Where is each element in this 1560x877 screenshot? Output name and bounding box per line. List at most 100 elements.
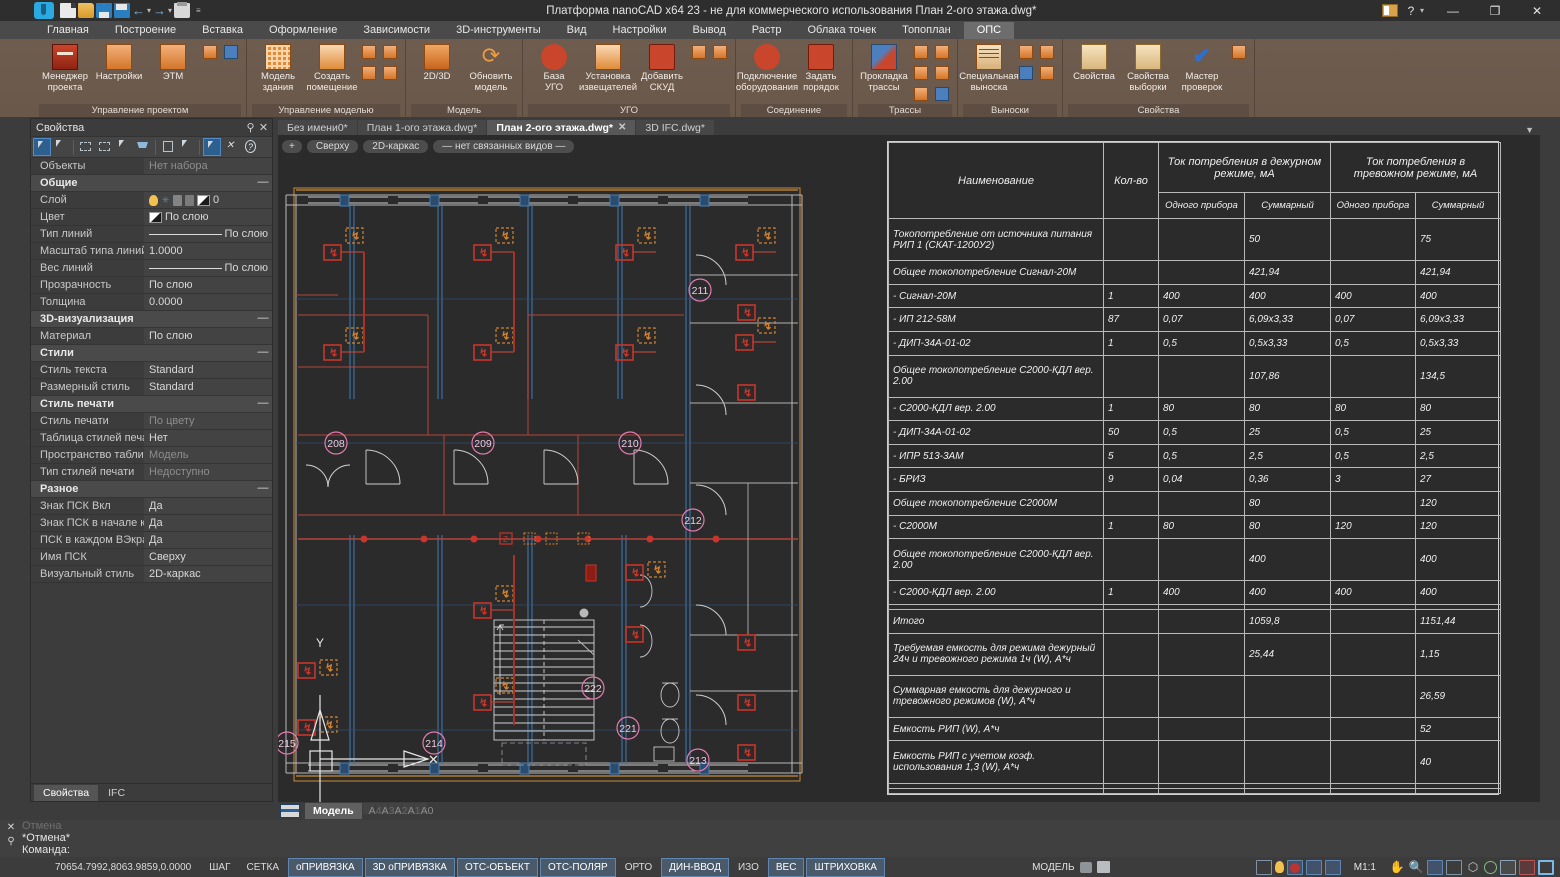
scale-display[interactable]: M1:1 xyxy=(1344,862,1386,873)
ribbon-tab-топоплан[interactable]: Топоплан xyxy=(889,22,964,39)
property-category[interactable]: Стиль печати— xyxy=(31,396,272,413)
table-row[interactable]: - С2000-КДЛ вер. 2.001400400400400 xyxy=(889,581,1501,605)
ribbon-button-special-leader[interactable]: Специальнаявыноска xyxy=(963,42,1015,93)
viewport-chip-style[interactable]: 2D-каркас xyxy=(363,140,428,153)
room-marker[interactable]: 213 xyxy=(687,749,709,771)
minimize-button[interactable]: — xyxy=(1432,0,1474,21)
collapse-icon[interactable]: — xyxy=(254,311,272,327)
document-tab[interactable]: Без имени0* xyxy=(278,120,357,135)
property-row[interactable]: Стиль печатиПо цвету xyxy=(31,413,272,430)
status-toggle-опривязка[interactable]: оПРИВЯЗКА xyxy=(288,858,363,877)
ribbon-button-settings-doc[interactable]: Настройки xyxy=(93,42,145,83)
ribbon-button-connect-equipment[interactable]: Подключениеоборудования xyxy=(741,42,793,93)
layer-lock-icon[interactable] xyxy=(173,195,182,206)
zoom-icon[interactable]: 🔍 xyxy=(1408,860,1424,875)
document-tab[interactable]: План 2-ого этажа.dwg*✕ xyxy=(487,120,635,135)
route-edit-icon[interactable] xyxy=(933,64,952,83)
property-value[interactable]: Standard xyxy=(144,379,272,395)
property-value[interactable]: Да xyxy=(144,532,272,548)
fire-detector-icon[interactable]: ↯ xyxy=(298,663,315,678)
fire-detector-icon[interactable]: ↯ xyxy=(738,305,755,320)
ribbon-tab-растр[interactable]: Растр xyxy=(739,22,795,39)
ugo-pen-icon[interactable] xyxy=(711,43,730,62)
ribbon-button-install-detectors[interactable]: Установкаизвещателей xyxy=(582,42,634,93)
ribbon-tab-главная[interactable]: Главная xyxy=(34,22,102,39)
table-row[interactable]: - ИП 212-58М870,076,09х3,330,076,09х3,33 xyxy=(889,308,1501,332)
property-value[interactable]: По слою xyxy=(144,209,272,225)
command-close-icon[interactable]: ✕ xyxy=(7,822,15,833)
fire-detector-icon[interactable]: ↯ xyxy=(324,245,341,260)
table-row[interactable]: - Сигнал-20М1400400400400 xyxy=(889,284,1501,308)
ribbon-collapse-icon[interactable]: ▼ xyxy=(1525,125,1540,135)
property-value[interactable]: Недоступно xyxy=(144,464,272,480)
ugo-settings-icon[interactable] xyxy=(690,43,709,62)
new-icon[interactable] xyxy=(60,3,76,18)
fire-detector-icon[interactable]: ↯ xyxy=(736,335,753,350)
verify-icon[interactable] xyxy=(178,138,196,156)
detector-ghost-icon[interactable]: ↯ xyxy=(496,328,513,343)
property-category[interactable]: Стили— xyxy=(31,345,272,362)
room-height-icon[interactable] xyxy=(381,43,400,62)
leader-list-icon[interactable] xyxy=(1038,64,1057,83)
fire-detector-icon[interactable]: ↯ xyxy=(736,245,753,260)
coordinates-display[interactable]: 70654.7992,8063.9859,0.0000 xyxy=(0,862,201,873)
edit-props-icon[interactable] xyxy=(1230,43,1249,62)
ribbon-button-add-skud[interactable]: ДобавитьСКУД xyxy=(636,42,688,93)
route-table-icon[interactable] xyxy=(933,85,952,104)
property-value[interactable]: По слою xyxy=(144,277,272,293)
status-toggle-дин-ввод[interactable]: ДИН-ВВОД xyxy=(661,858,729,877)
table-row[interactable] xyxy=(889,788,1501,793)
property-row[interactable]: Стиль текстаStandard xyxy=(31,362,272,379)
lightbulb-icon[interactable] xyxy=(1275,861,1284,873)
property-value[interactable]: 2D-каркас xyxy=(144,566,272,582)
layer-freeze-icon[interactable]: ✳ xyxy=(161,195,170,206)
fire-detector-icon[interactable]: ↯ xyxy=(474,245,491,260)
collapse-icon[interactable]: — xyxy=(254,175,272,191)
database-blue-icon[interactable] xyxy=(222,43,241,62)
property-value[interactable]: Нет набора xyxy=(144,158,272,174)
ribbon-button-create-room[interactable]: Создатьпомещение xyxy=(306,42,358,93)
property-value[interactable]: ✳0 xyxy=(144,192,272,208)
detector-ghost-icon[interactable]: ↯ xyxy=(758,318,775,333)
redo-icon[interactable]: → xyxy=(153,3,166,18)
ribbon-tab-опс[interactable]: ОПС xyxy=(964,22,1014,39)
color-swatch[interactable] xyxy=(149,212,162,223)
property-category[interactable]: Общие— xyxy=(31,175,272,192)
ribbon-button-route-layout[interactable]: Прокладкатрассы xyxy=(858,42,910,93)
layout-manager-icon[interactable] xyxy=(280,804,300,818)
collapse-icon[interactable]: — xyxy=(254,345,272,361)
table-row[interactable]: - БРИЗ90,040,36327 xyxy=(889,468,1501,492)
property-value[interactable]: Standard xyxy=(144,362,272,378)
fire-detector-icon[interactable]: ↯ xyxy=(738,635,755,650)
command-line-body[interactable]: Отмена *Отмена* Команда: xyxy=(22,820,1560,857)
help-button[interactable]: ? xyxy=(1402,0,1420,21)
status-toggle-штриховка[interactable]: ШТРИХОВКА xyxy=(806,858,884,877)
table-row[interactable]: - ДИП-34А-01-0210,50,5х3,330,50,5х3,33 xyxy=(889,331,1501,355)
collapse-icon[interactable]: — xyxy=(254,396,272,412)
detector-ghost-icon[interactable]: ↯ xyxy=(758,228,775,243)
property-row[interactable]: ПрозрачностьПо слою xyxy=(31,277,272,294)
pin-icon[interactable]: ⚲ xyxy=(244,121,257,134)
table-row[interactable]: - ДИП-34А-01-02500,5250,525 xyxy=(889,421,1501,445)
leader-multi-icon[interactable] xyxy=(1038,43,1057,62)
open-icon[interactable] xyxy=(78,3,94,18)
fire-detector-icon[interactable]: ↯ xyxy=(738,745,755,760)
properties-tab-ifc[interactable]: IFC xyxy=(99,785,134,801)
fire-detector-icon[interactable]: ↯ xyxy=(324,345,341,360)
leader-point-icon[interactable] xyxy=(1017,43,1036,62)
ribbon-button-properties[interactable]: Свойства xyxy=(1068,42,1120,83)
leader-table-icon[interactable] xyxy=(1017,64,1036,83)
status-toggle-шаг[interactable]: ШАГ xyxy=(202,859,237,876)
fire-detector-icon[interactable]: ↯ xyxy=(738,695,755,710)
space-label[interactable]: МОДЕЛЬ xyxy=(1032,862,1074,873)
undo-dropdown-icon[interactable]: ▾ xyxy=(147,6,151,15)
detector-ghost-icon[interactable]: ↯ xyxy=(346,328,363,343)
viewport-chip-plus[interactable]: + xyxy=(282,140,302,153)
fire-detector-icon[interactable]: ↯ xyxy=(738,385,755,400)
pick-add-icon[interactable] xyxy=(33,138,51,156)
table-row[interactable]: Общее токопотребление С2000-КДЛ вер. 2.0… xyxy=(889,539,1501,581)
status-toggle-3d-опривязка[interactable]: 3D оПРИВЯЗКА xyxy=(365,858,455,877)
property-value[interactable]: 1.0000 xyxy=(144,243,272,259)
help-icon[interactable]: ? xyxy=(241,138,259,156)
route-node-icon[interactable] xyxy=(912,43,931,62)
